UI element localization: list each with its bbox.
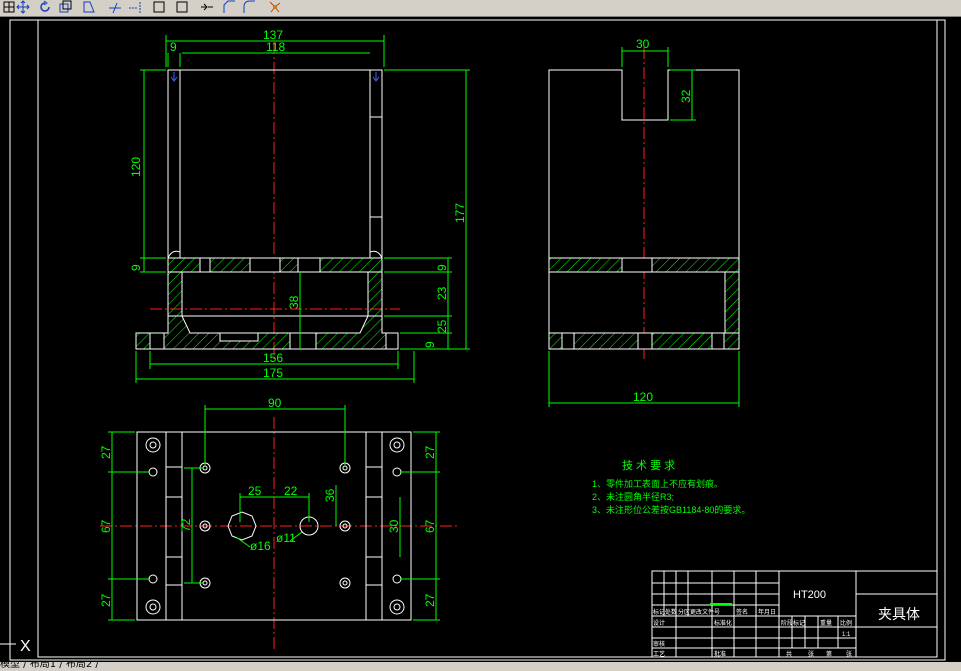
dim-front-120: 120	[129, 157, 143, 177]
dim-front-9-top: 9	[170, 40, 177, 54]
rotate-button[interactable]	[38, 0, 52, 14]
front-view: 137 118 9 120 177 9 9 23 38 25 9 156 175	[129, 28, 470, 383]
dim-top-36: 36	[323, 488, 337, 502]
marker-arrow-icon	[372, 72, 380, 82]
join-button[interactable]	[200, 0, 214, 14]
dim-top-90: 90	[268, 396, 282, 410]
tech-req-item-2: 2、未注圆角半径R3;	[592, 491, 674, 502]
tb-label-design: 设计	[653, 619, 665, 627]
tech-req-item-3: 3、未注形位公差按GB1184-80的要求。	[592, 504, 750, 515]
extend-icon	[129, 2, 141, 13]
dim-side-120: 120	[633, 390, 653, 404]
tb-label-scale: 比例	[840, 619, 852, 627]
tb-label-review: 审核	[653, 640, 665, 648]
dim-front-38: 38	[287, 295, 301, 309]
trim-button[interactable]	[108, 0, 122, 14]
trim-icon	[109, 2, 121, 14]
tb-label-sheets: 张	[808, 650, 814, 658]
dim-front-177: 177	[453, 203, 467, 223]
fillet-button[interactable]	[242, 0, 256, 14]
break-at-point-button[interactable]	[175, 0, 189, 14]
join-icon	[201, 3, 213, 11]
fillet-icon	[243, 0, 255, 13]
marker-arrow-icon	[170, 72, 178, 82]
ucs-x-label: X	[20, 638, 31, 655]
dim-top-27-right-upper: 27	[423, 445, 437, 459]
dim-top-22: 22	[284, 484, 298, 498]
move-icon	[16, 0, 30, 14]
dim-top-27-left-lower: 27	[99, 593, 113, 607]
stretch-icon	[83, 1, 95, 13]
chamfer-button[interactable]	[222, 0, 236, 14]
tech-req-item-1: 1、零件加工表面上不应有划痕。	[592, 478, 723, 489]
extend-button[interactable]	[128, 0, 142, 14]
dim-side-30: 30	[636, 37, 650, 51]
dim-top-27-right-lower: 27	[423, 593, 437, 607]
tb-scale-value: 1:1	[842, 632, 851, 638]
tb-label-standard: 标准化	[714, 619, 732, 627]
explode-button[interactable]	[268, 0, 282, 14]
layout-tabs[interactable]: 模型 / 布局1 / 布局2 /	[0, 662, 99, 671]
tb-label-total: 共	[786, 650, 792, 658]
tb-label-weight: 重量	[820, 619, 832, 627]
dim-front-9-right: 9	[435, 264, 449, 271]
break-icon	[153, 1, 165, 13]
explode-icon	[269, 1, 281, 13]
stretch-button[interactable]	[82, 0, 96, 14]
tb-label-stage: 阶段标记	[781, 619, 805, 627]
cad-drawing[interactable]: 137 118 9 120 177 9 9 23 38 25 9 156 175	[0, 17, 961, 662]
ucs-icon: X	[0, 638, 31, 655]
tb-label-sheets-2: 张	[846, 650, 852, 658]
dim-front-175: 175	[263, 366, 283, 380]
layout-tabs-bar[interactable]: 模型 / 布局1 / 布局2 /	[0, 662, 961, 671]
dim-front-156: 156	[263, 351, 283, 365]
tb-label-change-doc: 更改文件号	[690, 608, 720, 616]
tb-label-count: 处数	[665, 608, 677, 616]
grid-button[interactable]	[2, 0, 16, 14]
side-view: 30 32 120	[548, 37, 740, 407]
scale-icon	[59, 0, 72, 13]
title-block: HT200 夹具体 标记 处数 分区 更改文件号 签名 年月日 设计 标准化 审…	[651, 570, 938, 658]
dim-front-9-base: 9	[423, 341, 437, 348]
title-block-part-name: 夹具体	[878, 606, 920, 622]
rotate-icon	[40, 0, 50, 12]
dim-top-27-left-upper: 27	[99, 445, 113, 459]
scale-button[interactable]	[58, 0, 72, 14]
dim-front-23: 23	[435, 286, 449, 300]
dim-front-25: 25	[435, 319, 449, 333]
tb-label-approve: 批准	[714, 650, 726, 658]
dim-top-30: 30	[387, 519, 401, 533]
chamfer-icon	[223, 0, 235, 13]
tech-req-title: 技 术 要 求	[622, 459, 675, 472]
dim-front-118: 118	[266, 40, 285, 54]
tb-label-sheet-no: 第	[826, 650, 832, 658]
break-at-point-icon	[176, 1, 188, 13]
dim-top-67-right: 67	[423, 519, 437, 533]
break-button[interactable]	[152, 0, 166, 14]
tb-label-date: 年月日	[758, 608, 776, 616]
move-button[interactable]	[16, 0, 30, 14]
dim-top-67-left: 67	[99, 519, 113, 533]
drawing-canvas[interactable]: 137 118 9 120 177 9 9 23 38 25 9 156 175	[0, 17, 961, 662]
dim-top-25: 25	[248, 484, 262, 498]
top-view: 90 25 22 36 72 30 27 67 27 27 67 27 ø16 …	[99, 396, 460, 649]
title-block-material: HT200	[793, 589, 826, 601]
grid-icon	[3, 1, 15, 13]
tb-label-process: 工艺	[653, 650, 665, 658]
tb-label-mark: 标记	[653, 608, 665, 616]
tb-label-signature: 签名	[736, 608, 748, 616]
dim-top-dia11: ø11	[276, 531, 296, 545]
dim-front-9-left: 9	[129, 264, 143, 271]
dim-top-72: 72	[179, 518, 193, 532]
dim-side-32: 32	[679, 89, 693, 103]
modify-toolbar	[0, 0, 961, 17]
dim-top-dia16: ø16	[250, 539, 271, 553]
tb-label-zone: 分区	[678, 608, 690, 616]
tech-requirements: 技 术 要 求 1、零件加工表面上不应有划痕。 2、未注圆角半径R3; 3、未注…	[592, 459, 750, 515]
